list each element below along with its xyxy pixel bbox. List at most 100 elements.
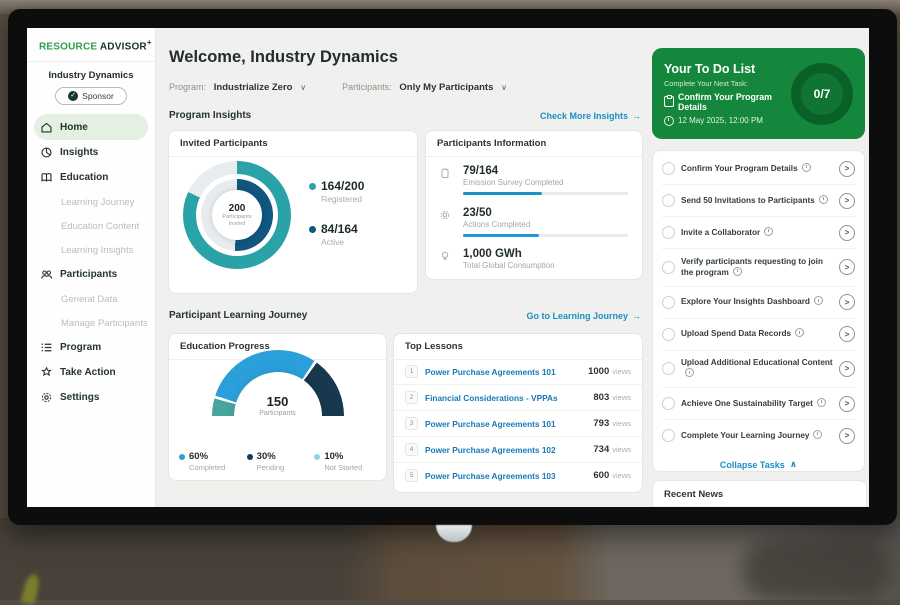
task-checkbox[interactable] bbox=[662, 194, 675, 207]
invited-total-label: Participants Invited bbox=[216, 214, 258, 228]
actions-progress-fill bbox=[463, 234, 539, 237]
section-title-program-insights: Program Insights bbox=[169, 110, 251, 121]
task-checkbox[interactable] bbox=[662, 397, 675, 410]
legend-item-registered: 164/200 Registered bbox=[309, 179, 364, 204]
info-row-actions: 23/50 Actions Completed bbox=[439, 207, 628, 237]
chevron-right-icon[interactable]: > bbox=[839, 193, 855, 209]
task-row[interactable]: Upload Additional Educational Content > bbox=[662, 351, 855, 389]
lesson-link[interactable]: Power Purchase Agreements 101 bbox=[425, 419, 593, 429]
task-checkbox[interactable] bbox=[662, 429, 675, 442]
sidebar-item-learning-journey[interactable]: Learning Journey bbox=[27, 190, 155, 214]
sidebar-item-education[interactable]: Education bbox=[27, 165, 155, 190]
pending-pct: 30% bbox=[257, 451, 276, 462]
lesson-link[interactable]: Financial Considerations - VPPAs bbox=[425, 393, 593, 403]
lesson-row: 2 Financial Considerations - VPPAs 803 v… bbox=[394, 385, 642, 411]
program-filter[interactable]: Program: Industrialize Zero ∨ bbox=[169, 82, 306, 93]
list-icon bbox=[40, 341, 53, 354]
chevron-down-icon: ∨ bbox=[300, 83, 306, 92]
clock-icon bbox=[819, 195, 828, 204]
actions-value: 23/50 bbox=[463, 207, 628, 219]
lesson-rank: 3 bbox=[405, 417, 418, 430]
chevron-right-icon[interactable]: > bbox=[839, 259, 855, 275]
sidebar-item-home[interactable]: Home bbox=[34, 114, 148, 140]
clock-icon bbox=[795, 328, 804, 337]
completed-pct: 60% bbox=[189, 451, 208, 462]
sidebar-item-settings[interactable]: Settings bbox=[27, 385, 155, 410]
emission-progress-fill bbox=[463, 192, 542, 195]
chevron-right-icon[interactable]: > bbox=[839, 161, 855, 177]
monitor-bezel: RESOURCE ADVISOR+ Industry Dynamics ✓ Sp… bbox=[8, 9, 897, 525]
sidebar-item-learning-insights[interactable]: Learning Insights bbox=[27, 238, 155, 262]
lesson-rank: 1 bbox=[405, 365, 418, 378]
completed-label: Completed bbox=[189, 463, 247, 472]
participants-information-card: Participants Information 79/164 Emission… bbox=[425, 130, 643, 280]
active-value: 84/164 bbox=[321, 222, 358, 236]
chevron-right-icon[interactable]: > bbox=[839, 326, 855, 342]
education-gauge-center: 150 Participants bbox=[212, 394, 344, 416]
gear-icon bbox=[40, 391, 53, 404]
sidebar-item-label: Program bbox=[60, 342, 101, 353]
right-column: Your To Do List Complete Your Next Task:… bbox=[652, 28, 867, 507]
invited-total: 200 bbox=[229, 203, 246, 214]
lesson-link[interactable]: Power Purchase Agreements 102 bbox=[425, 445, 593, 455]
sidebar-item-insights[interactable]: Insights bbox=[27, 140, 155, 165]
task-row[interactable]: Confirm Your Program Details > bbox=[662, 153, 855, 185]
chevron-right-icon[interactable]: > bbox=[839, 225, 855, 241]
task-list-card: Confirm Your Program Details > Send 50 I… bbox=[652, 150, 865, 472]
clock-icon bbox=[802, 163, 811, 172]
task-row[interactable]: Upload Spend Data Records > bbox=[662, 319, 855, 351]
sidebar-item-participants[interactable]: Participants bbox=[27, 262, 155, 287]
card-title: Top Lessons bbox=[394, 334, 642, 360]
not-started-pct: 10% bbox=[324, 451, 343, 462]
task-row[interactable]: Complete Your Learning Journey > bbox=[662, 420, 855, 451]
task-checkbox[interactable] bbox=[662, 162, 675, 175]
education-gauge: 150 Participants bbox=[212, 350, 344, 416]
task-checkbox[interactable] bbox=[662, 362, 675, 375]
chevron-right-icon[interactable]: > bbox=[839, 396, 855, 412]
task-label: Achieve One Sustainability Target bbox=[681, 399, 813, 408]
section-title-learning-journey: Participant Learning Journey bbox=[169, 310, 307, 321]
task-row[interactable]: Achieve One Sustainability Target > bbox=[662, 388, 855, 420]
chevron-right-icon[interactable]: > bbox=[839, 428, 855, 444]
todo-progress-value: 0/7 bbox=[814, 87, 831, 101]
lesson-views-suffix: views bbox=[612, 445, 631, 454]
info-row-consumption: 1,000 GWh Total Global Consumption bbox=[439, 248, 628, 270]
chevron-right-icon[interactable]: > bbox=[839, 294, 855, 310]
sponsor-badge: ✓ Sponsor bbox=[55, 87, 127, 105]
link-label: Go to Learning Journey bbox=[526, 311, 628, 321]
sidebar-item-general-data[interactable]: General Data bbox=[27, 287, 155, 311]
not-started-label: Not Started bbox=[324, 463, 382, 472]
sidebar-item-education-content[interactable]: Education Content bbox=[27, 214, 155, 238]
legend-item-not-started: 10% Not Started bbox=[314, 451, 382, 472]
card-title: Invited Participants bbox=[169, 131, 417, 157]
sidebar-item-label: Take Action bbox=[60, 367, 116, 378]
task-label: Invite a Collaborator bbox=[681, 228, 760, 237]
todo-summary-card: Your To Do List Complete Your Next Task:… bbox=[652, 48, 865, 139]
task-row[interactable]: Explore Your Insights Dashboard > bbox=[662, 287, 855, 319]
education-progress-card: Education Progress 150 Participants 60% … bbox=[168, 333, 387, 481]
task-label: Complete Your Learning Journey bbox=[681, 431, 809, 440]
sidebar-item-program[interactable]: Program bbox=[27, 335, 155, 360]
emission-value: 79/164 bbox=[463, 165, 628, 177]
task-row[interactable]: Send 50 Invitations to Participants > bbox=[662, 185, 855, 217]
background-shadow bbox=[742, 540, 892, 600]
lesson-link[interactable]: Power Purchase Agreements 101 bbox=[425, 367, 588, 377]
check-more-insights-link[interactable]: Check More Insights→ bbox=[540, 111, 641, 121]
task-row[interactable]: Verify participants requesting to join t… bbox=[662, 249, 855, 287]
clock-icon bbox=[814, 296, 823, 305]
participants-filter[interactable]: Participants: Only My Participants ∨ bbox=[342, 82, 507, 93]
task-checkbox[interactable] bbox=[662, 226, 675, 239]
dashboard-screen: RESOURCE ADVISOR+ Industry Dynamics ✓ Sp… bbox=[27, 28, 869, 507]
collapse-tasks-link[interactable]: Collapse Tasks ∧ bbox=[662, 451, 855, 474]
lesson-views-suffix: views bbox=[612, 471, 631, 480]
chevron-right-icon[interactable]: > bbox=[839, 361, 855, 377]
sidebar-item-manage-participants[interactable]: Manage Participants bbox=[27, 311, 155, 335]
lesson-link[interactable]: Power Purchase Agreements 103 bbox=[425, 471, 593, 481]
task-row[interactable]: Invite a Collaborator > bbox=[662, 217, 855, 249]
task-checkbox[interactable] bbox=[662, 261, 675, 274]
task-checkbox[interactable] bbox=[662, 296, 675, 309]
actions-label: Actions Completed bbox=[463, 220, 628, 229]
task-checkbox[interactable] bbox=[662, 328, 675, 341]
go-to-learning-journey-link[interactable]: Go to Learning Journey→ bbox=[526, 311, 641, 321]
sidebar-item-take-action[interactable]: Take Action bbox=[27, 360, 155, 385]
